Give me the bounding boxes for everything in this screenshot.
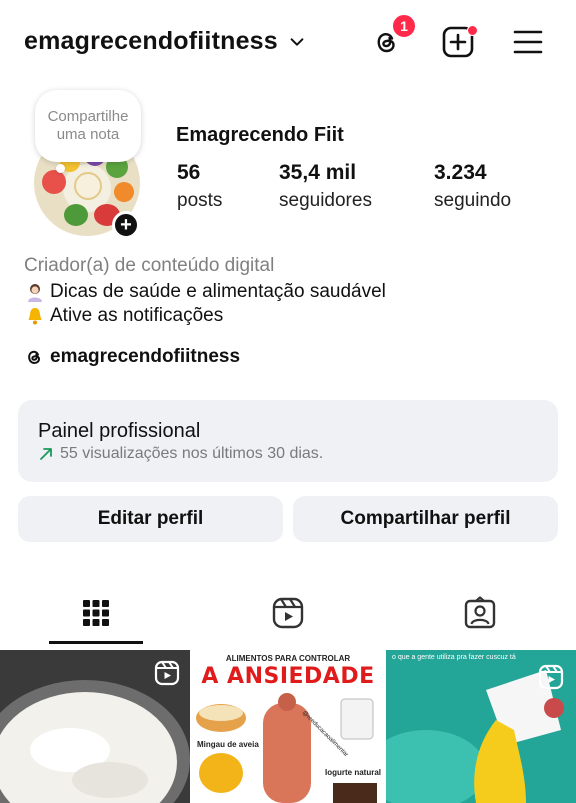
tagged-person-icon — [464, 596, 496, 629]
stat-value: 56 — [177, 161, 201, 184]
profile-tabs — [0, 582, 576, 646]
stat-posts[interactable]: 56 posts — [177, 161, 222, 212]
posts-grid: ALIMENTOS PARA CONTROLAR A ANSIEDADE Min… — [0, 650, 576, 803]
display-name: Emagrecendo Fiit — [176, 124, 344, 146]
threads-icon — [28, 350, 41, 365]
stat-label: seguindo — [434, 190, 512, 211]
bio-text: Dicas de saúde e alimentação saudável — [50, 281, 386, 302]
stat-label: posts — [177, 190, 223, 211]
note-bubble[interactable]: Compartilhe uma nota — [35, 90, 141, 162]
post-thumbnail[interactable]: ALIMENTOS PARA CONTROLAR A ANSIEDADE Min… — [193, 650, 383, 803]
threads-handle: emagrecendofiitness — [50, 346, 241, 367]
grid-icon — [83, 600, 109, 626]
edit-profile-button[interactable]: Editar perfil — [18, 496, 283, 542]
bell-emoji-icon — [24, 305, 46, 327]
username: emagrecendofiitness — [24, 27, 278, 55]
stat-label: seguidores — [279, 190, 372, 211]
active-tab-indicator — [49, 641, 143, 644]
reel-indicator-icon — [154, 660, 180, 686]
post-top-text: ALIMENTOS PARA CONTROLAR — [225, 654, 351, 663]
note-bubble-tail — [56, 164, 65, 173]
threads-profile-link[interactable]: emagrecendofiitness — [24, 346, 240, 368]
professional-dashboard[interactable]: Painel profissional 55 visualizações nos… — [18, 400, 558, 482]
post-caption: Iogurte natural — [325, 768, 382, 777]
profile-category: Criador(a) de conteúdo digital — [24, 255, 275, 276]
chevron-down-icon — [290, 37, 304, 46]
stat-followers[interactable]: 35,4 mil seguidores — [279, 161, 372, 212]
trend-up-arrow-icon — [40, 448, 52, 460]
plus-icon: + — [120, 214, 132, 236]
reel-indicator-icon — [538, 664, 564, 690]
create-dot-indicator — [467, 25, 478, 36]
profile-header: emagrecendofiitness 1 — [0, 0, 576, 88]
post-caption: o que a gente utiliza pra fazer cuscuz t… — [392, 654, 516, 661]
account-switcher[interactable]: emagrecendofiitness — [24, 27, 306, 56]
stat-value: 3.234 — [434, 161, 487, 184]
pro-panel-views: 55 visualizações nos últimos 30 dias. — [60, 445, 324, 462]
post-thumbnail[interactable]: o que a gente utiliza pra fazer cuscuz t… — [386, 650, 576, 803]
post-caption: Mingau de aveia — [197, 740, 259, 749]
reels-icon — [272, 597, 304, 629]
bio-line: Dicas de saúde e alimentação saudável — [24, 281, 386, 303]
tab-grid[interactable] — [0, 582, 192, 644]
pro-panel-title: Painel profissional — [38, 420, 201, 442]
stat-value: 35,4 mil — [279, 161, 357, 184]
share-profile-button[interactable]: Compartilhar perfil — [293, 496, 558, 542]
hamburger-menu-icon — [513, 30, 543, 54]
tab-tagged[interactable] — [384, 582, 576, 644]
add-story-button[interactable]: + — [112, 211, 140, 239]
menu-button[interactable] — [510, 24, 546, 60]
bio-text: Ative as notificações — [50, 305, 224, 326]
woman-gesturing-emoji-icon — [24, 281, 46, 303]
bio-line: Ative as notificações — [24, 305, 223, 327]
post-thumbnail[interactable] — [0, 650, 190, 803]
post-headline: A ANSIEDADE — [201, 664, 375, 689]
pro-panel-subtitle: 55 visualizações nos últimos 30 dias. — [38, 445, 323, 463]
notification-badge: 1 — [391, 13, 417, 39]
tab-reels[interactable] — [192, 582, 384, 644]
stat-following[interactable]: 3.234 seguindo — [434, 161, 511, 212]
